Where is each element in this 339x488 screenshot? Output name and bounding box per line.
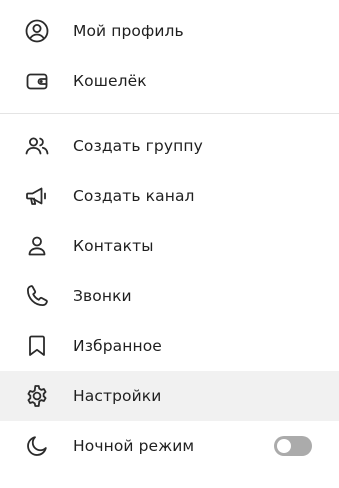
side-menu: Мой профиль Кошелёк Создать группу Созда… xyxy=(0,0,339,488)
night-mode-toggle[interactable] xyxy=(274,436,312,456)
menu-item-my-profile[interactable]: Мой профиль xyxy=(0,6,339,56)
menu-item-contacts[interactable]: Контакты xyxy=(0,221,339,271)
person-icon xyxy=(24,233,50,259)
wallet-icon xyxy=(24,68,50,94)
menu-item-night-mode[interactable]: Ночной режим xyxy=(0,421,339,471)
menu-item-label: Кошелёк xyxy=(73,72,147,90)
profile-circle-icon xyxy=(24,18,50,44)
group-icon xyxy=(24,133,50,159)
menu-item-calls[interactable]: Звонки xyxy=(0,271,339,321)
megaphone-icon xyxy=(24,183,50,209)
phone-icon xyxy=(24,283,50,309)
menu-item-label: Настройки xyxy=(73,387,162,405)
menu-item-saved[interactable]: Избранное xyxy=(0,321,339,371)
gear-icon xyxy=(24,383,50,409)
menu-item-settings[interactable]: Настройки xyxy=(0,371,339,421)
menu-item-label: Ночной режим xyxy=(73,437,195,455)
menu-item-label: Избранное xyxy=(73,337,162,355)
menu-item-wallet[interactable]: Кошелёк xyxy=(0,56,339,106)
menu-divider xyxy=(0,113,339,114)
menu-item-label: Контакты xyxy=(73,237,154,255)
menu-item-label: Создать группу xyxy=(73,137,203,155)
bookmark-icon xyxy=(24,333,50,359)
menu-item-create-group[interactable]: Создать группу xyxy=(0,121,339,171)
menu-item-label: Звонки xyxy=(73,287,132,305)
moon-icon xyxy=(24,433,50,459)
toggle-knob xyxy=(277,439,291,453)
menu-item-label: Мой профиль xyxy=(73,22,184,40)
menu-item-label: Создать канал xyxy=(73,187,195,205)
menu-item-create-channel[interactable]: Создать канал xyxy=(0,171,339,221)
